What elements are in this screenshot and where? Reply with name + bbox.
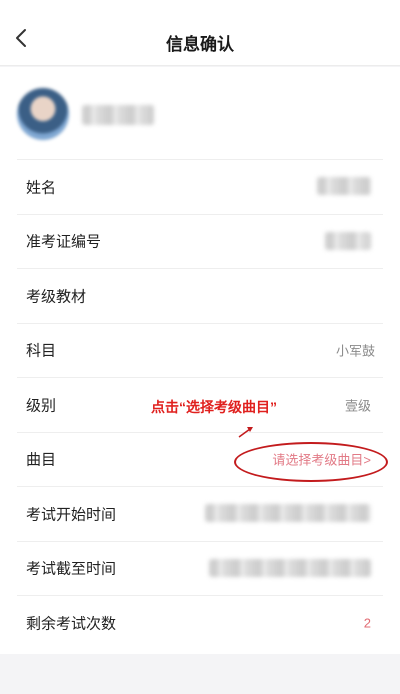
row-name: 姓名 <box>17 159 383 214</box>
row-label: 曲目 <box>26 451 57 469</box>
ticket-number-obscured <box>325 231 371 250</box>
row-label: 考试截至时间 <box>26 560 117 578</box>
start-time-obscured <box>205 504 371 522</box>
row-ticket-number: 准考证编号 <box>17 213 383 269</box>
user-name-obscured <box>82 105 154 125</box>
row-value: 小军鼓 <box>335 343 375 359</box>
row-exam-start-time: 考试开始时间 <box>17 486 383 541</box>
row-label: 科目 <box>26 342 57 360</box>
name-value-obscured <box>317 177 371 195</box>
annotation-callout: 点击“选择考级曲目” <box>151 399 277 415</box>
row-label: 考级教材 <box>26 288 87 306</box>
end-time-obscured <box>209 558 371 577</box>
row-remaining-attempts: 剩余考试次数 2 <box>17 595 383 650</box>
row-label: 准考证编号 <box>26 233 102 251</box>
row-label: 姓名 <box>26 179 57 197</box>
avatar <box>17 88 69 140</box>
annotation-arrow-icon <box>238 427 253 438</box>
nav-header: 信息确认 <box>0 0 400 66</box>
info-card: 姓名 准考证编号 考级教材 科目 小军鼓 级别 壹级 曲目 请选择考级曲目> 考… <box>0 67 400 654</box>
profile-section <box>0 67 400 159</box>
row-label: 级别 <box>26 397 57 415</box>
row-exam-end-time: 考试截至时间 <box>17 540 383 596</box>
row-value: 壹级 <box>344 398 371 414</box>
remaining-count: 2 <box>363 615 371 631</box>
row-textbook: 考级教材 <box>17 268 383 323</box>
row-label: 考试开始时间 <box>26 506 117 524</box>
page-title: 信息确认 <box>166 35 234 54</box>
row-label: 剩余考试次数 <box>26 615 117 633</box>
annotation-highlight-ellipse <box>234 442 388 482</box>
row-subject: 科目 小军鼓 <box>17 322 383 378</box>
